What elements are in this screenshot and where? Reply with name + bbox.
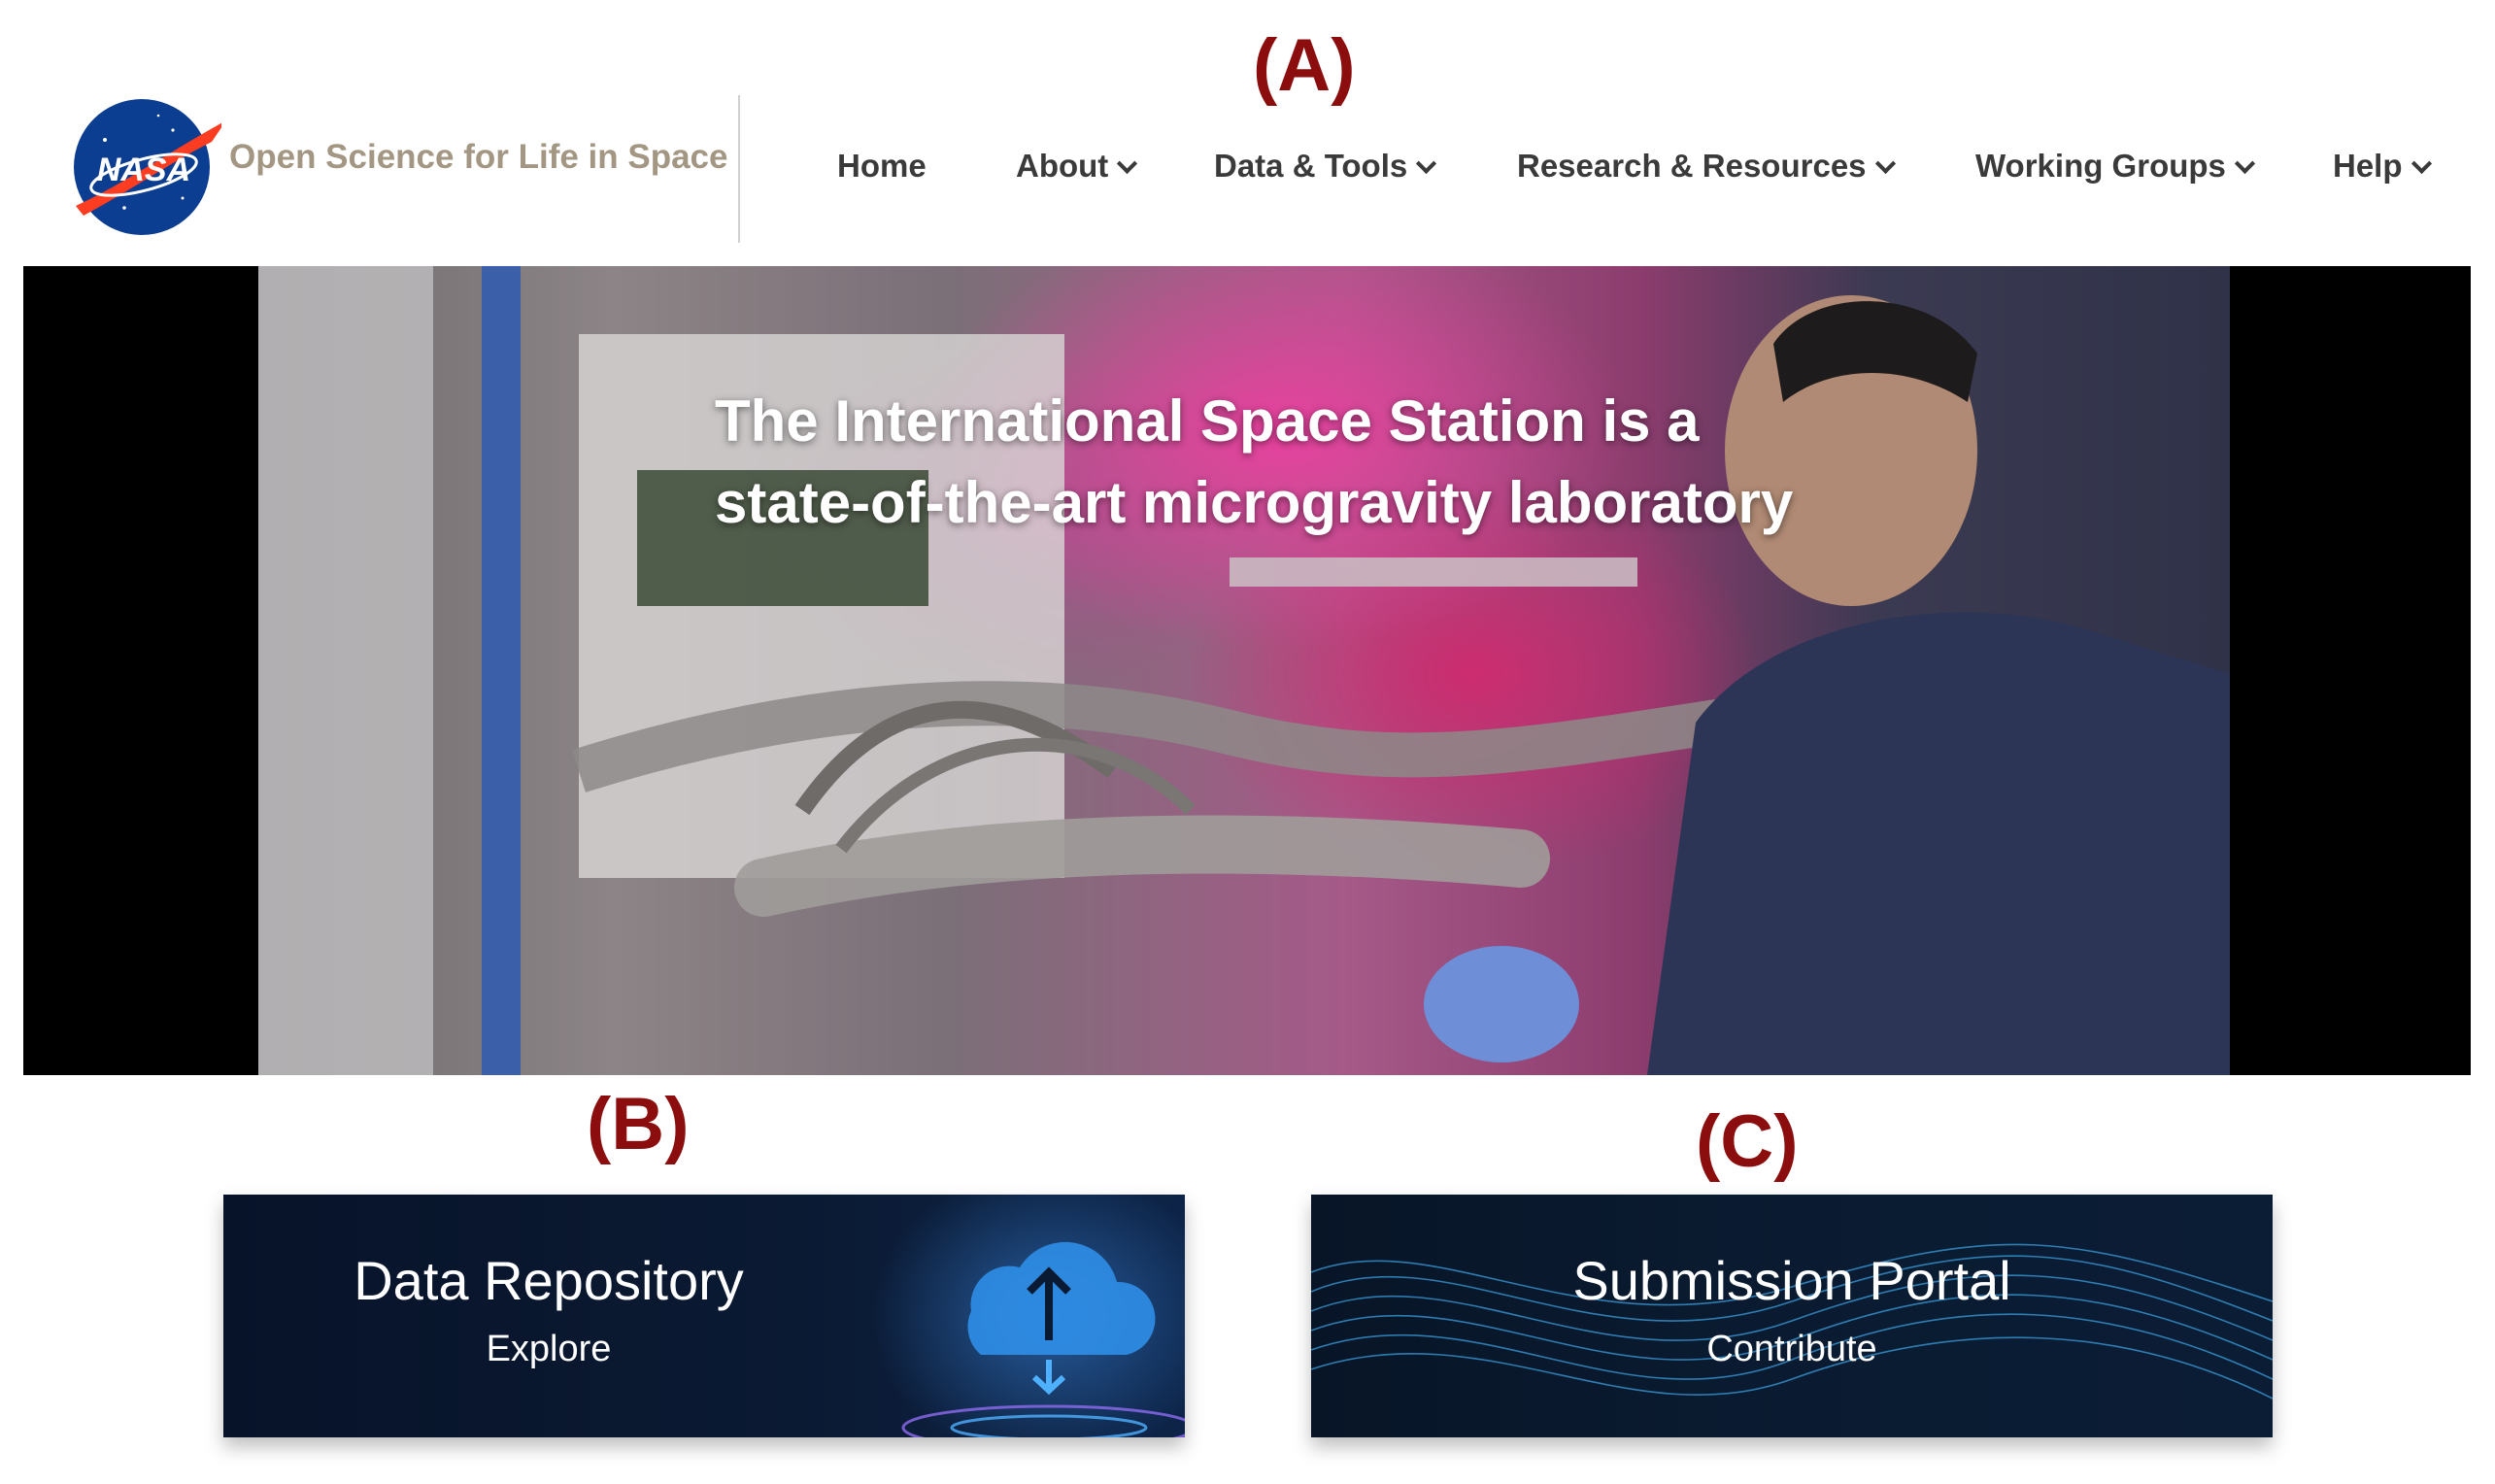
- chevron-down-icon: [2411, 152, 2432, 174]
- submission-portal-card[interactable]: Submission Portal Contribute: [1311, 1195, 2273, 1437]
- wave-mesh-graphic: [1311, 1243, 2273, 1400]
- panel-label-c: (C): [1696, 1100, 1799, 1183]
- submission-portal-subtitle: Contribute: [1706, 1329, 1877, 1369]
- nav-label: Working Groups: [1975, 148, 2226, 184]
- nav-item-about[interactable]: About: [1016, 148, 1138, 185]
- hero-title-line-2: state-of-the-art microgravity laboratory: [715, 470, 1794, 535]
- data-repository-card[interactable]: Data Repository Explore: [223, 1195, 1185, 1437]
- site-title[interactable]: Open Science for Life in Space: [229, 138, 727, 177]
- chevron-down-icon: [1416, 152, 1437, 174]
- hero-title: The International Space Station is a sta…: [715, 381, 1793, 544]
- nav-item-working-groups[interactable]: Working Groups: [1975, 148, 2256, 185]
- nav-item-home[interactable]: Home: [837, 148, 927, 185]
- nav-label: Data & Tools: [1214, 148, 1408, 184]
- nav-item-data-tools[interactable]: Data & Tools: [1214, 148, 1437, 185]
- panel-label-b: (B): [587, 1083, 690, 1165]
- site-header: NASA Open Science for Life in Space Home…: [0, 78, 2495, 262]
- data-repository-title: Data Repository: [354, 1250, 744, 1311]
- submission-portal-title: Submission Portal: [1572, 1250, 2011, 1311]
- hero-title-line-1: The International Space Station is a: [715, 388, 1700, 454]
- hero-video-banner[interactable]: The International Space Station is a sta…: [23, 266, 2471, 1075]
- nav-item-help[interactable]: Help: [2333, 148, 2432, 185]
- chevron-down-icon: [1874, 152, 1896, 174]
- nasa-logo[interactable]: NASA: [66, 91, 226, 237]
- nav-label: Help: [2333, 148, 2403, 184]
- header-divider: [738, 95, 740, 243]
- repository-background-graphic: [901, 1241, 1185, 1437]
- chevron-down-icon: [2234, 152, 2256, 174]
- hero-video-frame: The International Space Station is a sta…: [258, 266, 2230, 1075]
- nasa-logo-text: NASA: [97, 152, 190, 188]
- chevron-down-icon: [1117, 152, 1138, 174]
- nav-label: Research & Resources: [1517, 148, 1867, 184]
- nav-label: About: [1016, 148, 1109, 184]
- data-repository-subtitle: Explore: [486, 1329, 612, 1369]
- nav-label: Home: [837, 148, 927, 184]
- nav-item-research-resources[interactable]: Research & Resources: [1517, 148, 1896, 185]
